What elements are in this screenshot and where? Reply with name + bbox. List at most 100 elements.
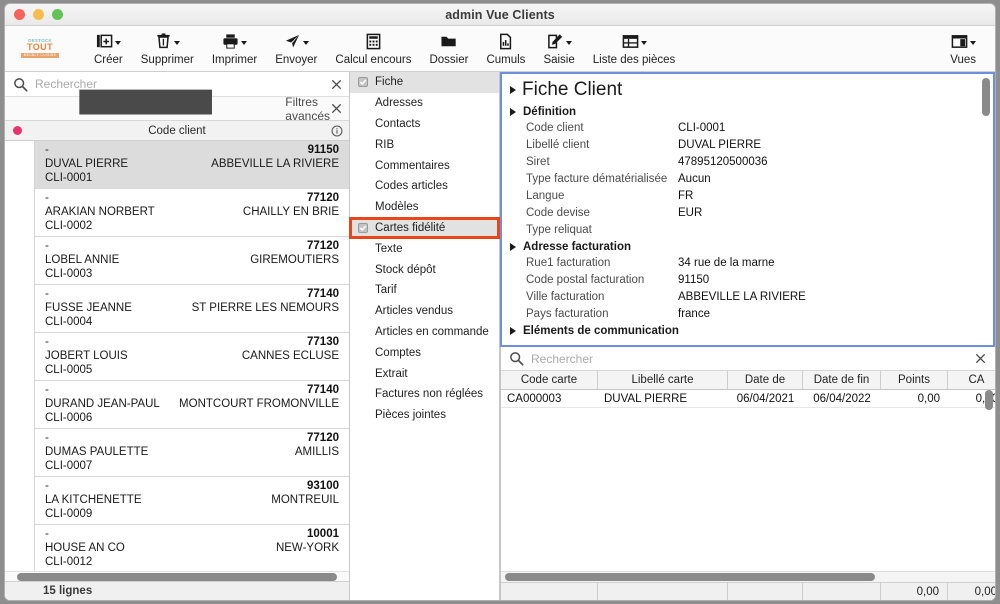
- fiche-field-row: Siret 47895120500036: [510, 153, 993, 170]
- clients-list[interactable]: - DUVAL PIERRE CLI-0001 91150 ABBEVILLE LA R…: [35, 141, 349, 571]
- cards-table-body[interactable]: CA000003 DUVAL PIERRE 06/04/2021 06/04/2022…: [501, 390, 995, 571]
- client-list-row[interactable]: - DURAND JEAN-PAUL CLI-0006 77140 MONTCOURT …: [35, 381, 349, 429]
- toolbar-button-supprimer[interactable]: Supprimer: [132, 28, 203, 70]
- nav-item-tarif[interactable]: Tarif: [350, 280, 499, 301]
- chevron-down-icon[interactable]: [640, 40, 647, 45]
- nav-item-mod-les[interactable]: Modèles: [350, 197, 499, 218]
- toolbar-button-dossier[interactable]: Dossier: [420, 28, 477, 70]
- clear-search-icon[interactable]: [330, 78, 343, 91]
- nav-item-commentaires[interactable]: Commentaires: [350, 155, 499, 176]
- toolbar-button-liste-des-pieces[interactable]: Liste des pièces: [584, 28, 684, 70]
- client-list-row[interactable]: - JOBERT LOUIS CLI-0005 77130 CANNES ECLUSE: [35, 333, 349, 381]
- logo-line3: MEUBLE CUISINE: [20, 53, 60, 59]
- client-list-row[interactable]: - LA KITCHENETTE CLI-0009 93100 MONTREUIL: [35, 477, 349, 525]
- toolbar-button-calcul-encours[interactable]: Calcul encours: [326, 28, 420, 70]
- nav-item-articles-vendus[interactable]: Articles vendus: [350, 301, 499, 322]
- fiche-title-row[interactable]: Fiche Client: [510, 79, 993, 101]
- cards-horizontal-scrollbar[interactable]: [501, 571, 995, 582]
- checkbox-icon[interactable]: [358, 77, 368, 88]
- toolbar-button-saisie[interactable]: Saisie: [534, 28, 583, 70]
- nav-item-factures-non-r-gl-es[interactable]: Factures non réglées: [350, 384, 499, 405]
- nav-item-label: Tarif: [375, 284, 397, 297]
- nav-item-codes-articles[interactable]: Codes articles: [350, 176, 499, 197]
- toolbar-label: Supprimer: [140, 54, 194, 66]
- disclosure-triangle-icon[interactable]: [510, 86, 516, 94]
- clients-list-horizontal-scrollbar[interactable]: [5, 571, 349, 581]
- toolbar-button-creer[interactable]: Créer: [85, 28, 132, 70]
- toolbar-button-vues[interactable]: Vues: [941, 28, 985, 70]
- nav-item-pi-ces-jointes[interactable]: Pièces jointes: [350, 405, 499, 426]
- scrollbar-thumb[interactable]: [17, 573, 337, 581]
- nav-item-label: Commentaires: [375, 159, 450, 172]
- cards-column-header[interactable]: CA: [948, 371, 995, 389]
- nav-item-label: Extrait: [375, 367, 408, 380]
- chevron-down-icon[interactable]: [302, 40, 309, 45]
- advanced-filters-row[interactable]: Filtres avancés: [5, 29, 349, 175]
- disclosure-triangle-icon[interactable]: [510, 108, 516, 116]
- fiche-client-panel[interactable]: Fiche Client Définition Code client CLI-00…: [500, 72, 995, 347]
- scrollbar-thumb[interactable]: [505, 573, 875, 581]
- row-zip: 77120: [307, 432, 339, 444]
- cards-table-header[interactable]: Code carte Libellé carte Date de Date de fi…: [501, 371, 995, 390]
- toolbar-label: Calcul encours: [335, 54, 412, 66]
- toolbar-button-envoyer[interactable]: Envoyer: [266, 28, 326, 70]
- nav-item-articles-en-commande[interactable]: Articles en commande: [350, 322, 499, 343]
- chevron-down-icon[interactable]: [969, 40, 976, 45]
- nav-item-comptes[interactable]: Comptes: [350, 342, 499, 363]
- cards-column-header[interactable]: Code carte: [501, 371, 598, 389]
- disclosure-triangle-icon[interactable]: [510, 327, 516, 335]
- nav-item-rib[interactable]: RIB: [350, 134, 499, 155]
- chevron-down-icon[interactable]: [565, 40, 572, 45]
- toolbar-button-cumuls[interactable]: Cumuls: [477, 28, 534, 70]
- fiche-section-header[interactable]: Eléments de communication: [510, 325, 993, 337]
- nav-item-fiche[interactable]: Fiche: [350, 72, 499, 93]
- print-icon: [223, 33, 238, 49]
- client-list-row[interactable]: - DUMAS PAULETTE CLI-0007 77120 AMILLIS: [35, 429, 349, 477]
- clear-cards-search-icon[interactable]: [974, 352, 987, 365]
- chevron-down-icon[interactable]: [173, 40, 180, 45]
- cards-table-cell: 06/04/2021: [736, 392, 795, 405]
- client-list-row[interactable]: - HOUSE AN CO CLI-0012 10001 NEW-YORK: [35, 525, 349, 571]
- cards-column-header[interactable]: Libellé carte: [598, 371, 728, 389]
- client-list-row[interactable]: - LOBEL ANNIE CLI-0003 77120 GIREMOUTIERS: [35, 237, 349, 285]
- nav-item-label: Articles en commande: [375, 325, 489, 338]
- chevron-down-icon[interactable]: [114, 40, 121, 45]
- client-list-row[interactable]: - DUVAL PIERRE CLI-0001 91150 ABBEVILLE LA R…: [35, 141, 349, 189]
- chevron-down-icon[interactable]: [241, 40, 248, 45]
- nav-item-stock-d-p-t[interactable]: Stock dépôt: [350, 259, 499, 280]
- cards-search-row[interactable]: Rechercher: [501, 347, 995, 371]
- cards-column-header[interactable]: Date de: [728, 371, 803, 389]
- clear-filters-icon[interactable]: [330, 102, 343, 115]
- cards-column-header[interactable]: Date de fin: [803, 371, 881, 389]
- checkbox-icon[interactable]: [358, 222, 368, 233]
- row-dash: -: [45, 432, 49, 444]
- section-nav-panel[interactable]: Fiche Adresses Contacts RIB Commentaires Code…: [349, 72, 500, 600]
- fiche-field-label: Rue1 facturation: [526, 256, 611, 269]
- client-list-row[interactable]: - FUSSE JEANNE CLI-0004 77140 ST PIERRE LES …: [35, 285, 349, 333]
- cards-vertical-scrollbar[interactable]: [985, 390, 993, 410]
- row-zip: 77120: [307, 240, 339, 252]
- cards-search-input[interactable]: Rechercher: [531, 352, 974, 366]
- cards-footer-cell: [598, 583, 728, 600]
- nav-item-texte[interactable]: Texte: [350, 238, 499, 259]
- fiche-section-title: Définition: [523, 106, 577, 118]
- toolbar-button-imprimer[interactable]: Imprimer: [203, 28, 266, 70]
- cards-table-row[interactable]: CA000003 DUVAL PIERRE 06/04/2021 06/04/2022…: [501, 390, 995, 408]
- nav-item-extrait[interactable]: Extrait: [350, 363, 499, 384]
- fiche-section-header[interactable]: Adresse facturation: [510, 241, 993, 253]
- nav-item-adresses[interactable]: Adresses: [350, 93, 499, 114]
- fiche-field-label: Libellé client: [526, 138, 590, 151]
- cards-column-header[interactable]: Points: [881, 371, 948, 389]
- fiche-field-value: 91150: [678, 273, 710, 286]
- client-list-row[interactable]: - ARAKIAN NORBERT CLI-0002 77120 CHAILLY EN …: [35, 189, 349, 237]
- row-dash: -: [45, 240, 49, 252]
- fiche-vertical-scrollbar[interactable]: [982, 78, 990, 116]
- list-column-header[interactable]: Code client: [5, 121, 349, 141]
- nav-item-contacts[interactable]: Contacts: [350, 114, 499, 135]
- nav-item-label: RIB: [375, 138, 395, 151]
- fiche-section-header[interactable]: Définition: [510, 106, 993, 118]
- disclosure-triangle-icon[interactable]: [510, 243, 516, 251]
- row-client-code: CLI-0004: [45, 316, 93, 328]
- nav-item-cartes-fid-lit-[interactable]: Cartes fidélité: [349, 216, 500, 240]
- info-icon[interactable]: [331, 125, 343, 137]
